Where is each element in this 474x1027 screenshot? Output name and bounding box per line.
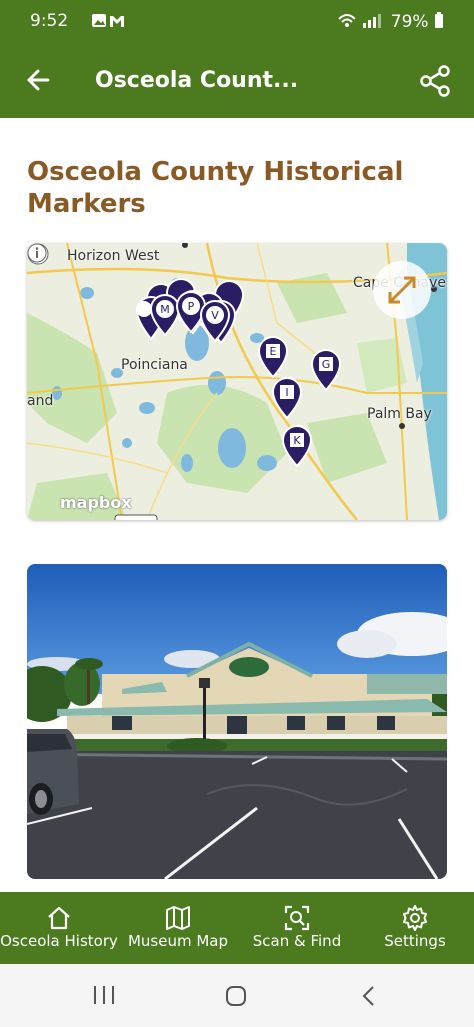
battery-icon — [435, 12, 443, 28]
home-button-icon[interactable] — [224, 984, 248, 1008]
nav-label: Scan & Find — [252, 932, 342, 950]
app-bar: Osceola Count... — [0, 44, 474, 118]
nav-label: Museum Map — [127, 932, 229, 950]
gmail-icon — [110, 16, 124, 27]
share-icon[interactable] — [418, 64, 452, 98]
recent-apps-icon[interactable] — [92, 984, 116, 1006]
notification-icons — [92, 12, 128, 34]
status-right: 79% — [337, 11, 444, 32]
svg-text:I: I — [285, 386, 288, 399]
svg-text:V: V — [211, 309, 219, 322]
welcome-center-photo — [27, 564, 447, 879]
city-dot — [399, 423, 405, 429]
nav-label: Settings — [384, 932, 446, 950]
bottom-navigation: Osceola History Museum Map Scan & Find S… — [0, 892, 474, 964]
gear-icon — [403, 905, 427, 931]
status-bar: 9:52 79% — [0, 0, 474, 44]
svg-text:M: M — [160, 303, 170, 316]
svg-text:G: G — [322, 358, 331, 371]
scan-icon — [284, 905, 310, 931]
nav-scan-find[interactable]: Scan & Find — [238, 892, 356, 964]
image-icon — [92, 14, 124, 27]
map-marker-k[interactable]: K — [281, 424, 313, 468]
nav-museum-map[interactable]: Museum Map — [118, 892, 238, 964]
map-icon — [166, 906, 190, 930]
map-label-horizon-west: Horizon West — [67, 248, 160, 264]
map-marker-v[interactable]: V — [199, 299, 231, 343]
page-title: Osceola County Historical Markers — [27, 157, 404, 219]
nav-label: Osceola History — [0, 932, 118, 950]
map-label-land: and — [27, 393, 54, 409]
app-bar-title: Osceola Count... — [95, 68, 299, 93]
battery-percent: 79% — [390, 12, 429, 32]
nav-osceola-history[interactable]: Osceola History — [0, 892, 118, 964]
expand-arrows-icon — [388, 276, 416, 304]
map-view[interactable]: Horizon West Cape Canave Poinciana Palm … — [27, 243, 447, 520]
map-marker-e[interactable]: E — [257, 335, 289, 379]
system-navigation-bar — [0, 964, 474, 1027]
home-icon — [48, 906, 70, 930]
status-time: 9:52 — [30, 11, 69, 31]
map-label-palm-bay: Palm Bay — [367, 406, 432, 422]
back-button-icon[interactable] — [358, 984, 380, 1008]
svg-text:K: K — [293, 434, 301, 447]
map-marker-i[interactable]: I — [271, 376, 303, 420]
nav-settings[interactable]: Settings — [356, 892, 474, 964]
map-marker-g[interactable]: G — [310, 348, 342, 392]
signal-icon — [338, 14, 382, 28]
map-expand-button[interactable] — [373, 261, 431, 319]
mapbox-attribution: mapbox — [60, 493, 132, 512]
svg-text:E: E — [270, 345, 277, 358]
arrow-left-icon[interactable] — [22, 62, 58, 98]
info-icon[interactable] — [27, 243, 47, 263]
svg-text:P: P — [188, 300, 195, 313]
map-label-poinciana: Poinciana — [121, 357, 188, 373]
